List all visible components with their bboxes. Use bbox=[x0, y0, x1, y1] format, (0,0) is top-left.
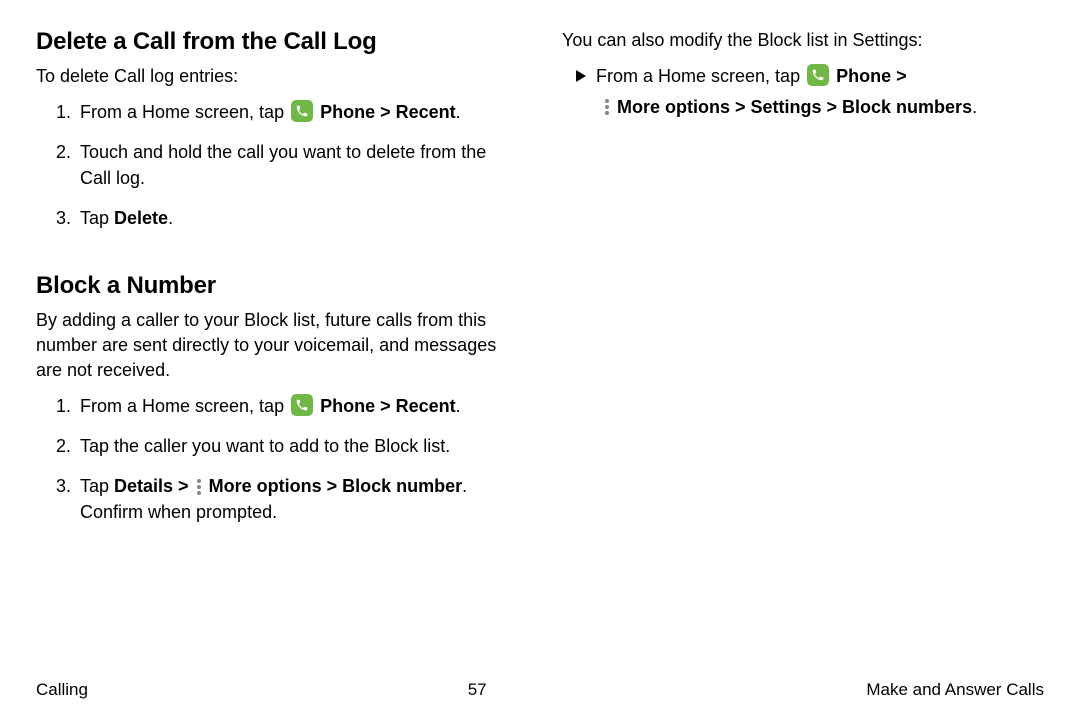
step-dot: . bbox=[456, 396, 461, 416]
path-line2: More options > Settings > Block numbers. bbox=[602, 94, 1044, 121]
step-text: Tap bbox=[80, 476, 114, 496]
block-step-2: Tap the caller you want to add to the Bl… bbox=[76, 433, 518, 459]
step-bold: Phone > Recent bbox=[320, 102, 456, 122]
footer-left: Calling bbox=[36, 680, 88, 700]
footer-page-number: 57 bbox=[468, 680, 487, 700]
list-arrow-icon bbox=[576, 70, 586, 82]
more-options-icon bbox=[197, 479, 201, 495]
right-column: You can also modify the Block list in Se… bbox=[562, 28, 1044, 540]
block-steps-list: From a Home screen, tap Phone > Recent. … bbox=[36, 393, 518, 525]
step-bold: More options > Block number bbox=[209, 476, 463, 496]
block-step-3: Tap Details > More options > Block numbe… bbox=[76, 473, 518, 525]
step-text: Tap bbox=[80, 208, 114, 228]
delete-step-2: Touch and hold the call you want to dele… bbox=[76, 139, 518, 191]
step-text: From a Home screen, tap bbox=[80, 102, 289, 122]
step-bold: Details > bbox=[114, 476, 194, 496]
path-bold: More options > Settings > Block numbers bbox=[617, 97, 972, 117]
phone-icon bbox=[807, 64, 829, 86]
step-text: From a Home screen, tap bbox=[80, 396, 289, 416]
intro-block: By adding a caller to your Block list, f… bbox=[36, 308, 518, 384]
step-dot: . bbox=[168, 208, 173, 228]
left-column: Delete a Call from the Call Log To delet… bbox=[36, 28, 518, 540]
phone-icon bbox=[291, 394, 313, 416]
delete-step-3: Tap Delete. bbox=[76, 205, 518, 231]
page-footer: Calling 57 Make and Answer Calls bbox=[36, 680, 1044, 700]
manual-page: Delete a Call from the Call Log To delet… bbox=[0, 0, 1080, 720]
step-bold: Phone > Recent bbox=[320, 396, 456, 416]
intro-settings-path: You can also modify the Block list in Se… bbox=[562, 28, 1044, 53]
footer-right: Make and Answer Calls bbox=[866, 680, 1044, 700]
delete-step-1: From a Home screen, tap Phone > Recent. bbox=[76, 99, 518, 125]
phone-icon bbox=[291, 100, 313, 122]
settings-path-block: From a Home screen, tap Phone > More opt… bbox=[562, 63, 1044, 121]
heading-block-number: Block a Number bbox=[36, 272, 518, 300]
step-dot: . bbox=[456, 102, 461, 122]
step-bold: Delete bbox=[114, 208, 168, 228]
intro-delete: To delete Call log entries: bbox=[36, 64, 518, 89]
heading-delete-call: Delete a Call from the Call Log bbox=[36, 28, 518, 56]
delete-steps-list: From a Home screen, tap Phone > Recent. … bbox=[36, 99, 518, 231]
path-dot: . bbox=[972, 97, 977, 117]
path-bold: Phone > bbox=[836, 66, 907, 86]
path-text: From a Home screen, tap bbox=[596, 66, 805, 86]
more-options-icon bbox=[605, 99, 609, 115]
block-step-1: From a Home screen, tap Phone > Recent. bbox=[76, 393, 518, 419]
two-column-layout: Delete a Call from the Call Log To delet… bbox=[36, 28, 1044, 540]
